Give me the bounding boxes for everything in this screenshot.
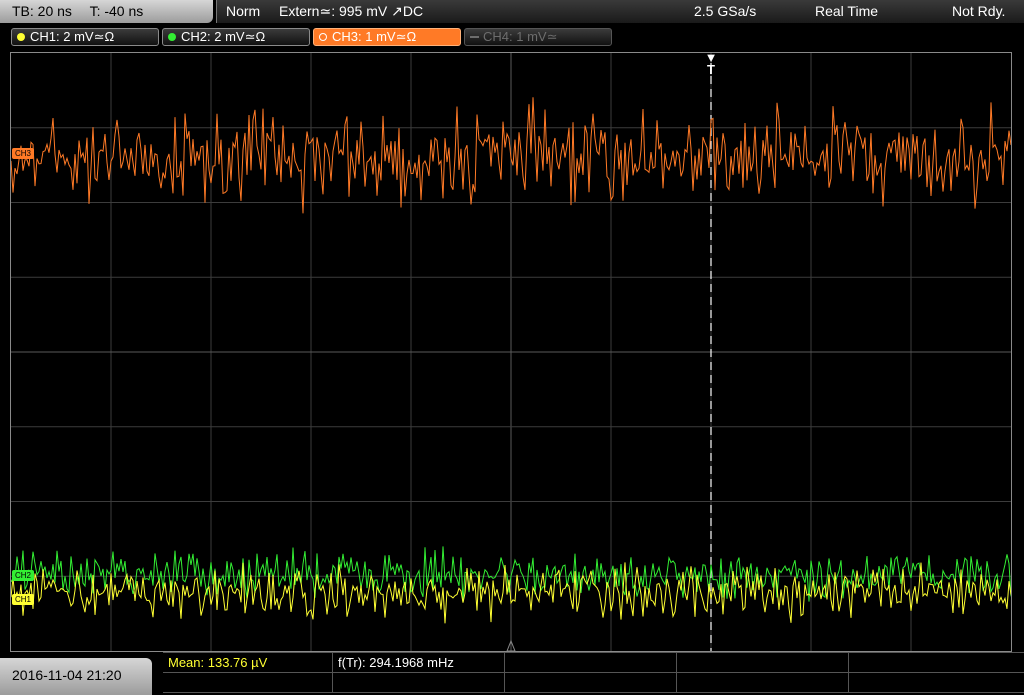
tab-ch3[interactable]: CH3: 1 mV≃Ω: [313, 28, 461, 46]
ch3-label: CH3: 1 mV≃Ω: [332, 29, 417, 44]
tab-ch1[interactable]: CH1: 2 mV≃Ω: [11, 28, 159, 46]
measurement-slot-7[interactable]: [333, 673, 505, 693]
bottom-bar: 2016-11-04 21:20 Mean: 133.76 µV f(Tr): …: [0, 652, 1024, 695]
trigger-status: Not Rdy.: [952, 3, 1006, 19]
ch3-indicator-icon: [319, 33, 327, 41]
trigger-time-value: T: -40 ns: [89, 3, 144, 19]
tab-ch4[interactable]: CH4: 1 mV≃: [464, 28, 612, 46]
tab-ch2[interactable]: CH2: 2 mV≃Ω: [162, 28, 310, 46]
trigger-position-marker[interactable]: ▼ T: [703, 51, 719, 77]
frequency-measurement[interactable]: f(Tr): 294.1968 mHz: [333, 653, 505, 673]
ch1-indicator-icon: [17, 33, 25, 41]
ch4-indicator-icon: [470, 36, 479, 38]
mean-measurement[interactable]: Mean: 133.76 µV: [163, 653, 333, 673]
sample-rate: 2.5 GSa/s: [694, 3, 757, 19]
trigger-label: T: [707, 62, 715, 77]
acquisition-type: Real Time: [815, 3, 879, 19]
graticule: [11, 53, 1011, 651]
trigger-source: Extern≃: 995 mV ↗DC: [279, 3, 424, 19]
top-status-bar: TB: 20 ns T: -40 ns Norm Extern≃: 995 mV…: [0, 0, 1024, 25]
measurement-slot-3[interactable]: [505, 653, 677, 673]
ch2-offset-marker[interactable]: CH2: [12, 570, 35, 581]
measurement-slot-8[interactable]: [505, 673, 677, 693]
ch1-offset-marker[interactable]: CH1: [12, 594, 35, 605]
timebase-panel[interactable]: TB: 20 ns T: -40 ns: [0, 0, 213, 23]
ch4-label: CH4: 1 mV≃: [483, 29, 558, 44]
measurement-slot-9[interactable]: [677, 673, 849, 693]
ch2-indicator-icon: [168, 33, 176, 41]
acquisition-status-strip[interactable]: Norm Extern≃: 995 mV ↗DC 2.5 GSa/s Real …: [216, 0, 1024, 23]
measurement-slot-10[interactable]: [849, 673, 1024, 693]
measurement-slot-4[interactable]: [677, 653, 849, 673]
ch3-offset-marker[interactable]: CH3: [12, 148, 35, 159]
ch2-label: CH2: 2 mV≃Ω: [181, 29, 266, 44]
measurement-table[interactable]: Mean: 133.76 µV f(Tr): 294.1968 mHz: [163, 652, 1024, 695]
acquisition-mode: Norm: [226, 3, 261, 19]
ch1-label: CH1: 2 mV≃Ω: [30, 29, 115, 44]
waveform-display[interactable]: [10, 52, 1012, 652]
measurement-slot-6[interactable]: [163, 673, 333, 693]
timebase-value: TB: 20 ns: [12, 3, 72, 19]
date-time: 2016-11-04 21:20: [0, 658, 152, 695]
measurement-slot-5[interactable]: [849, 653, 1024, 673]
